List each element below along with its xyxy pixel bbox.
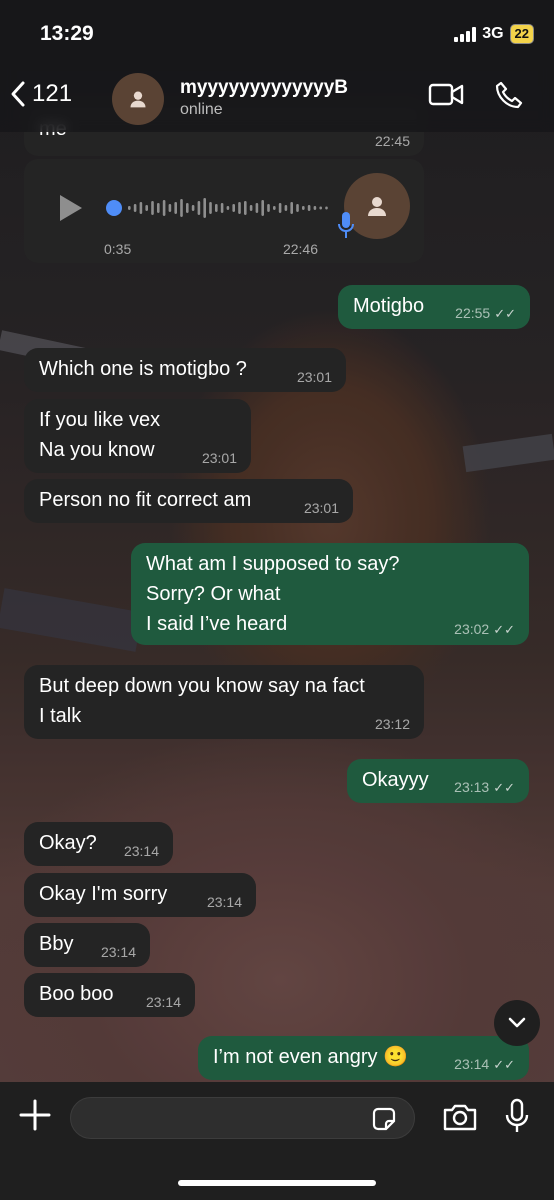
- message-line: I talk: [39, 705, 82, 727]
- message-time: 23:12: [374, 716, 410, 732]
- message-text: Person no fit correct am: [39, 489, 252, 511]
- message-bubble[interactable]: I’m not even angry 🙂 23:14 ✓✓: [198, 1036, 529, 1080]
- message-line: If you like vex: [39, 409, 161, 431]
- message-bubble[interactable]: Boo boo 23:14: [24, 973, 195, 1017]
- chat-header: 13:29 3G 22 121 myyyyyyyyyyyyyB online: [0, 0, 554, 132]
- message-bubble[interactable]: Person no fit correct am 23:01: [24, 479, 353, 523]
- double-check-icon: ✓✓: [493, 1057, 515, 1072]
- chevron-left-icon: [11, 81, 25, 107]
- camera-icon[interactable]: [442, 1102, 478, 1132]
- double-check-icon: ✓✓: [494, 306, 516, 321]
- message-time: 23:14: [145, 994, 181, 1010]
- plus-icon[interactable]: [18, 1098, 52, 1132]
- message-text: Motigbo: [353, 295, 425, 317]
- video-call-icon[interactable]: [428, 82, 464, 108]
- message-bubble[interactable]: Which one is motigbo ? 23:01: [24, 348, 346, 392]
- scroll-to-bottom-button[interactable]: [494, 1000, 540, 1046]
- message-text: Bby: [39, 933, 74, 955]
- battery-icon: 22: [509, 24, 534, 44]
- voice-message[interactable]: 0:35 22:46: [24, 159, 424, 263]
- double-check-icon: ✓✓: [493, 780, 515, 795]
- message-line: Sorry? Or what: [146, 583, 281, 605]
- voice-duration: 0:35: [104, 241, 132, 257]
- message-time: 23:01: [303, 500, 339, 516]
- play-icon[interactable]: [60, 195, 82, 221]
- sticker-icon[interactable]: [370, 1105, 398, 1133]
- message-time: 23:01: [296, 369, 332, 385]
- network-type: 3G: [482, 25, 504, 42]
- message-bubble[interactable]: What am I supposed to say? Sorry? Or wha…: [131, 543, 529, 645]
- message-text: Okay I'm sorry: [39, 883, 168, 905]
- contact-name[interactable]: myyyyyyyyyyyyyB: [180, 77, 348, 99]
- contact-status: online: [180, 101, 223, 118]
- back-button[interactable]: 121: [10, 80, 72, 108]
- phone-call-icon[interactable]: [494, 80, 524, 110]
- message-time: 22:55: [455, 305, 491, 321]
- message-text: Which one is motigbo ?: [39, 358, 247, 380]
- message-line: But deep down you know say na fact: [39, 675, 365, 697]
- status-indicators: 3G 22: [454, 24, 534, 44]
- chevron-down-icon: [508, 1017, 526, 1028]
- microphone-icon[interactable]: [505, 1098, 529, 1134]
- message-bubble[interactable]: Okay? 23:14: [24, 822, 173, 866]
- message-time: 22:45: [374, 133, 410, 149]
- message-bubble[interactable]: Bby 23:14: [24, 923, 150, 967]
- message-input[interactable]: [70, 1097, 415, 1139]
- signal-icon: [454, 26, 477, 42]
- message-bubble[interactable]: Okayyy 23:13 ✓✓: [347, 759, 529, 803]
- message-text: Okay?: [39, 832, 97, 854]
- message-bubble[interactable]: Motigbo 22:55 ✓✓: [338, 285, 530, 329]
- message-time: 23:14: [206, 894, 242, 910]
- message-time: 23:14: [123, 843, 159, 859]
- message-text: Okayyy: [362, 769, 429, 791]
- message-text: Boo boo: [39, 983, 114, 1005]
- message-time: 23:01: [201, 450, 237, 466]
- message-time: 23:02: [454, 621, 490, 637]
- status-time: 13:29: [40, 22, 94, 45]
- message-bubble[interactable]: But deep down you know say na fact I tal…: [24, 665, 424, 739]
- message-bubble[interactable]: Okay I'm sorry 23:14: [24, 873, 256, 917]
- message-time: 22:46: [282, 241, 318, 257]
- home-indicator: [178, 1180, 376, 1186]
- person-icon: [368, 197, 386, 216]
- unread-count: 121: [32, 80, 73, 107]
- contact-avatar[interactable]: [112, 73, 164, 125]
- person-icon: [130, 91, 146, 108]
- microphone-icon: [338, 212, 354, 238]
- message-text: I’m not even angry 🙂: [213, 1046, 408, 1068]
- message-time: 23:13: [454, 779, 490, 795]
- message-time: 23:14: [100, 944, 136, 960]
- double-check-icon: ✓✓: [493, 622, 515, 637]
- waveform[interactable]: [106, 195, 332, 221]
- message-line: What am I supposed to say?: [146, 553, 400, 575]
- message-bubble[interactable]: If you like vex Na you know 23:01: [24, 399, 251, 473]
- message-time: 23:14: [454, 1056, 490, 1072]
